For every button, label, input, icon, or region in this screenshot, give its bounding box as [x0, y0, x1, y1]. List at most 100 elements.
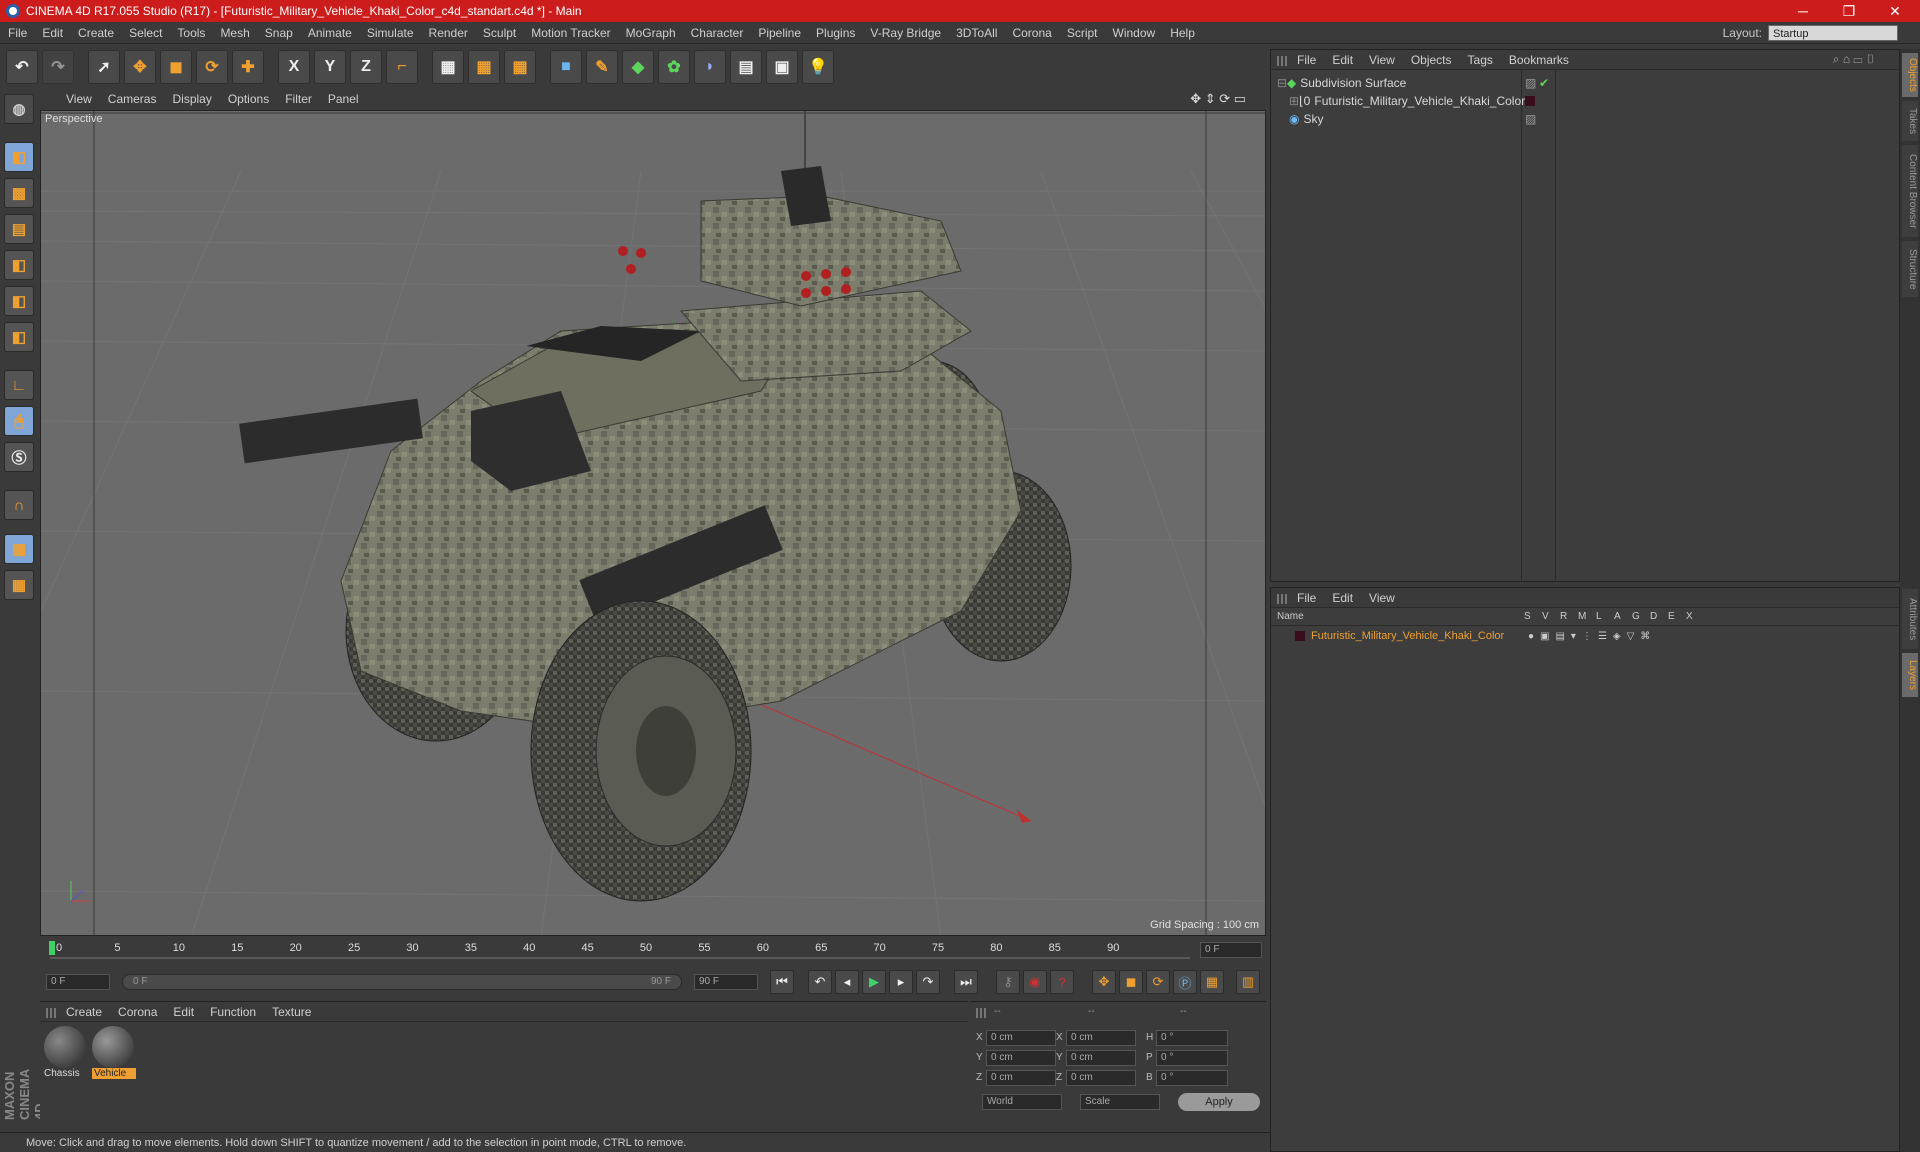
expand-icon[interactable]: ⊞	[1289, 94, 1299, 108]
start-frame-field[interactable]: 0 F	[46, 974, 110, 990]
tab-content-browser[interactable]: Content Browser	[1902, 145, 1918, 237]
layer-column-header[interactable]: D	[1650, 611, 1657, 622]
render-picture-viewer-icon[interactable]: ▦	[468, 50, 500, 84]
vp-menu-cameras[interactable]: Cameras	[108, 92, 157, 106]
coord-value-field[interactable]: 0 cm	[1066, 1050, 1136, 1066]
key-parameter-icon[interactable]: Ⓟ	[1173, 970, 1197, 994]
menu-window[interactable]: Window	[1113, 26, 1156, 40]
om-menu-edit[interactable]: Edit	[1332, 53, 1353, 67]
mat-menu-function[interactable]: Function	[210, 1005, 256, 1019]
subdivision-surface-icon[interactable]: ◆	[622, 50, 654, 84]
layer-column-header[interactable]: R	[1560, 611, 1567, 622]
edges-mode-icon[interactable]: ◧	[4, 286, 34, 316]
enabled-check-icon[interactable]: ✔	[1539, 76, 1549, 90]
goto-start-icon[interactable]: ⏮	[770, 970, 794, 994]
military-vehicle-model[interactable]	[239, 166, 1072, 902]
layer-column-header[interactable]: S	[1524, 611, 1531, 622]
play-icon[interactable]: ▶	[862, 970, 886, 994]
perspective-viewport[interactable]: Perspective Grid Spacing : 100 cm	[40, 110, 1266, 936]
cloner-icon[interactable]: ✿	[658, 50, 690, 84]
lm-menu-view[interactable]: View	[1369, 591, 1395, 605]
undo-icon[interactable]: ↶	[6, 50, 38, 84]
make-editable-icon[interactable]: ◍	[4, 94, 34, 124]
menu-mograph[interactable]: MoGraph	[626, 26, 676, 40]
scale-tool-icon[interactable]: ◼	[160, 50, 192, 84]
menu-motion-tracker[interactable]: Motion Tracker	[531, 26, 610, 40]
vp-menu-panel[interactable]: Panel	[328, 92, 359, 106]
mat-menu-corona[interactable]: Corona	[118, 1005, 157, 1019]
layout-dropdown[interactable]: Startup	[1768, 25, 1898, 41]
tab-objects[interactable]: Objects	[1902, 53, 1918, 97]
tab-attributes[interactable]: Attributes	[1902, 589, 1918, 649]
model-mode-icon[interactable]: ◧	[4, 142, 34, 172]
floor-icon[interactable]: ▤	[730, 50, 762, 84]
material-vehicle[interactable]: Vehicle	[92, 1026, 136, 1082]
panel-grip-icon[interactable]	[46, 1008, 56, 1018]
menu-3dtoall[interactable]: 3DToAll	[956, 26, 997, 40]
menu-mesh[interactable]: Mesh	[220, 26, 249, 40]
key-position-icon[interactable]: ✥	[1092, 970, 1116, 994]
menu-simulate[interactable]: Simulate	[367, 26, 414, 40]
coordinate-system-icon[interactable]: ⌐	[386, 50, 418, 84]
layer-column-header[interactable]: M	[1578, 611, 1586, 622]
lm-menu-file[interactable]: File	[1297, 591, 1316, 605]
coord-value-field[interactable]: 0 °	[1156, 1030, 1228, 1046]
om-menu-bookmarks[interactable]: Bookmarks	[1509, 53, 1569, 67]
world-dropdown[interactable]: World	[982, 1094, 1062, 1110]
layer-color-swatch[interactable]	[1295, 631, 1305, 641]
tab-structure[interactable]: Structure	[1902, 241, 1918, 297]
tab-takes[interactable]: Takes	[1902, 101, 1918, 141]
viewport-nav-icons[interactable]: ✥ ⇕ ⟳ ▭	[1190, 91, 1246, 107]
layer-color-swatch[interactable]	[1525, 96, 1535, 106]
move-tool-icon[interactable]: ✥	[124, 50, 156, 84]
object-row-vehicle[interactable]: ⊞ ⌊0 Futuristic_Military_Vehicle_Khaki_C…	[1289, 92, 1535, 110]
next-key-icon[interactable]: ↷	[916, 970, 940, 994]
menu-plugins[interactable]: Plugins	[816, 26, 855, 40]
record-keys-icon[interactable]: ⚷	[996, 970, 1020, 994]
coord-value-field[interactable]: 0 cm	[986, 1050, 1056, 1066]
y-axis-lock[interactable]: Y	[314, 50, 346, 84]
light-icon[interactable]: 💡	[802, 50, 834, 84]
planar-workplane-icon[interactable]: ▦	[4, 570, 34, 600]
menu-corona[interactable]: Corona	[1012, 26, 1051, 40]
end-frame-field[interactable]: 90 F	[694, 974, 758, 990]
prev-frame-icon[interactable]: ◂	[835, 970, 859, 994]
render-view-icon[interactable]: ▦	[432, 50, 464, 84]
menu-help[interactable]: Help	[1170, 26, 1195, 40]
render-settings-icon[interactable]: ▦	[504, 50, 536, 84]
layer-column-header[interactable]: L	[1596, 611, 1602, 622]
coord-value-field[interactable]: 0 °	[1156, 1070, 1228, 1086]
layer-column-header[interactable]: V	[1542, 611, 1549, 622]
points-mode-icon[interactable]: ◧	[4, 250, 34, 280]
timeline-ruler[interactable]: 0 5 10 15 20 25 30 35 40 45 50 55 60 65 70 75 80 85 90 0 F	[40, 938, 1266, 964]
vp-menu-display[interactable]: Display	[172, 92, 211, 106]
panel-grip-icon[interactable]	[1277, 594, 1287, 604]
scale-dropdown[interactable]: Scale	[1080, 1094, 1160, 1110]
rotate-tool-icon[interactable]: ⟳	[196, 50, 228, 84]
menu-vray-bridge[interactable]: V-Ray Bridge	[870, 26, 941, 40]
layer-toggle-icons[interactable]: ●▣▤▾⋮☰◈▽⌘	[1528, 631, 1656, 642]
coord-value-field[interactable]: 0 °	[1156, 1050, 1228, 1066]
menu-sculpt[interactable]: Sculpt	[483, 26, 516, 40]
coord-value-field[interactable]: 0 cm	[1066, 1070, 1136, 1086]
lm-menu-edit[interactable]: Edit	[1332, 591, 1353, 605]
collapse-icon[interactable]: ⊟	[1277, 76, 1287, 90]
menu-animate[interactable]: Animate	[308, 26, 352, 40]
key-scale-icon[interactable]: ◼	[1119, 970, 1143, 994]
om-menu-file[interactable]: File	[1297, 53, 1316, 67]
menu-snap[interactable]: Snap	[265, 26, 293, 40]
timeline-window-icon[interactable]: ▥	[1236, 970, 1260, 994]
om-menu-tags[interactable]: Tags	[1468, 53, 1493, 67]
vp-menu-options[interactable]: Options	[228, 92, 269, 106]
menu-pipeline[interactable]: Pipeline	[758, 26, 801, 40]
object-row-sky[interactable]: ◉ Sky ▨	[1289, 110, 1536, 128]
mat-menu-edit[interactable]: Edit	[173, 1005, 194, 1019]
tweak-mode-icon[interactable]: 🖱	[4, 406, 34, 436]
mat-menu-create[interactable]: Create	[66, 1005, 102, 1019]
redo-icon[interactable]: ↷	[42, 50, 74, 84]
playhead[interactable]	[49, 941, 55, 955]
minimize-button[interactable]: ─	[1780, 0, 1826, 22]
menu-file[interactable]: File	[8, 26, 27, 40]
menu-render[interactable]: Render	[429, 26, 468, 40]
x-axis-lock[interactable]: X	[278, 50, 310, 84]
